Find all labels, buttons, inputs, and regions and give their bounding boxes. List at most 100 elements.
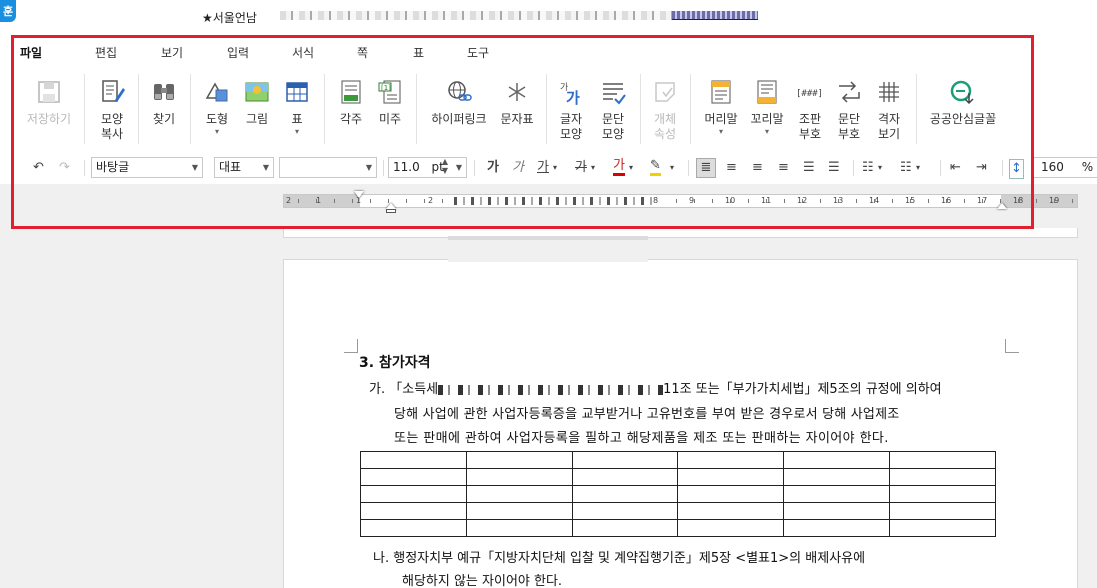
table-cell[interactable] xyxy=(571,485,679,503)
indent-box-marker[interactable] xyxy=(386,209,396,213)
align-right-icon[interactable]: ≡ xyxy=(778,159,789,177)
footer-button[interactable]: 꼬리말 ▾ xyxy=(746,68,788,148)
table-button[interactable]: 표 ▾ xyxy=(280,68,314,148)
table-cell[interactable] xyxy=(889,451,996,469)
object-props-button[interactable]: 개체 속성 xyxy=(648,68,682,148)
table-cell[interactable] xyxy=(360,519,467,537)
menu-page[interactable]: 쪽 xyxy=(357,44,368,61)
table-cell[interactable] xyxy=(571,502,679,520)
table-cell[interactable] xyxy=(571,468,679,486)
menu-table[interactable]: 표 xyxy=(413,44,424,61)
chevron-down-icon[interactable]: ▾ xyxy=(670,159,674,177)
font-name-select[interactable]: ▼ xyxy=(279,157,377,178)
table-cell[interactable] xyxy=(783,451,891,469)
menu-file[interactable]: 파일 xyxy=(20,44,42,61)
layout-marks-button[interactable]: [###] 조판 부호 xyxy=(792,68,828,148)
table-cell[interactable] xyxy=(465,519,573,537)
picture-button[interactable]: 그림 xyxy=(240,68,274,148)
table-cell[interactable] xyxy=(360,468,467,486)
table-cell[interactable] xyxy=(889,519,996,537)
align-left-icon[interactable]: ≡ xyxy=(726,159,737,177)
table-cell[interactable] xyxy=(677,519,785,537)
table-cell[interactable] xyxy=(783,485,891,503)
align-justify-icon[interactable]: ≣ xyxy=(696,158,716,178)
right-indent-marker[interactable] xyxy=(997,203,1007,209)
save-button[interactable]: 저장하기 xyxy=(22,68,76,148)
find-button[interactable]: 찾기 xyxy=(146,68,182,148)
redo-icon[interactable]: ↷ xyxy=(59,159,70,177)
table-cell[interactable] xyxy=(465,451,573,469)
increase-indent-icon[interactable]: ⇥ xyxy=(976,159,987,177)
menu-bar: 파일 편집 보기 입력 서식 쪽 표 도구 xyxy=(0,34,1097,68)
italic-button[interactable]: 가 xyxy=(512,159,524,177)
document-table[interactable] xyxy=(360,451,996,537)
app-logo[interactable]: 훈 xyxy=(0,0,16,22)
table-cell[interactable] xyxy=(465,468,573,486)
table-cell[interactable] xyxy=(783,468,891,486)
spin-icon[interactable]: ▲ ▼ xyxy=(442,158,448,175)
line-spacing-input[interactable]: 160 % xyxy=(1033,157,1097,178)
chevron-down-icon[interactable]: ▾ xyxy=(553,159,557,177)
table-cell[interactable] xyxy=(677,502,785,520)
menu-format[interactable]: 서식 xyxy=(292,44,314,61)
font-color-button[interactable]: 가 xyxy=(613,159,625,176)
table-cell[interactable] xyxy=(571,451,679,469)
hyperlink-button[interactable]: 하이퍼링크 xyxy=(424,68,494,148)
blurred-link[interactable] xyxy=(672,11,758,20)
table-cell[interactable] xyxy=(677,468,785,486)
horizontal-ruler[interactable]: 21128910111213141516171819 xyxy=(283,194,1078,208)
grid-icon xyxy=(875,78,903,106)
chevron-down-icon[interactable]: ▾ xyxy=(591,159,595,177)
table-cell[interactable] xyxy=(360,502,467,520)
table-cell[interactable] xyxy=(360,485,467,503)
endnote-button[interactable]: [1] 미주 xyxy=(372,68,408,148)
table-cell[interactable] xyxy=(677,451,785,469)
menu-view[interactable]: 보기 xyxy=(161,44,183,61)
undo-icon[interactable]: ↶ xyxy=(33,159,44,177)
table-cell[interactable] xyxy=(783,502,891,520)
chevron-down-icon[interactable]: ▾ xyxy=(629,159,633,177)
highlighter-icon[interactable]: ✎ xyxy=(650,159,661,176)
table-cell[interactable] xyxy=(465,502,573,520)
menu-edit[interactable]: 편집 xyxy=(95,44,117,61)
numbered-list-icon[interactable]: ☷ xyxy=(900,159,912,177)
footnote-button[interactable]: 각주 xyxy=(334,68,368,148)
table-cell[interactable] xyxy=(889,485,996,503)
bold-button[interactable]: 가 xyxy=(487,159,499,177)
table-cell[interactable] xyxy=(889,468,996,486)
distribute-icon[interactable]: ☰ xyxy=(803,159,815,177)
menu-tools[interactable]: 도구 xyxy=(467,44,489,61)
table-cell[interactable] xyxy=(360,451,467,469)
divide-icon[interactable]: ☰ xyxy=(828,159,840,177)
chevron-down-icon[interactable]: ▾ xyxy=(916,159,920,177)
font-lang-select[interactable]: 대표 ▼ xyxy=(214,157,274,178)
table-cell[interactable] xyxy=(783,519,891,537)
table-icon xyxy=(283,78,311,106)
table-row xyxy=(360,468,996,486)
chevron-down-icon[interactable]: ▾ xyxy=(878,159,882,177)
table-cell[interactable] xyxy=(889,502,996,520)
char-shape-button[interactable]: 가가 글자 모양 xyxy=(554,68,588,148)
first-line-indent-marker[interactable] xyxy=(354,191,364,198)
decrease-indent-icon[interactable]: ⇤ xyxy=(950,159,961,177)
shape-copy-button[interactable]: 모양 복사 xyxy=(92,68,132,148)
table-cell[interactable] xyxy=(465,485,573,503)
safe-font-button[interactable]: 공공안심글꼴 xyxy=(924,68,1002,148)
grid-view-button[interactable]: 격자 보기 xyxy=(872,68,906,148)
underline-button[interactable]: 가 xyxy=(537,159,549,177)
shape-button[interactable]: 도형 ▾ xyxy=(200,68,234,148)
table-cell[interactable] xyxy=(677,485,785,503)
char-table-button[interactable]: 문자표 xyxy=(496,68,538,148)
strike-button[interactable]: 가 xyxy=(575,159,587,177)
menu-insert[interactable]: 입력 xyxy=(227,44,249,61)
para-marks-label: 문단 부호 xyxy=(837,112,861,141)
table-cell[interactable] xyxy=(571,519,679,537)
para-shape-button[interactable]: 문단 모양 xyxy=(594,68,632,148)
line-spacing-icon[interactable]: ↕ xyxy=(1009,159,1024,179)
style-select[interactable]: 바탕글 ▼ xyxy=(91,157,203,178)
align-center-icon[interactable]: ≡ xyxy=(752,159,763,177)
para-marks-button[interactable]: 문단 부호 xyxy=(832,68,866,148)
bullet-list-icon[interactable]: ☷ xyxy=(862,159,874,177)
font-size-input[interactable]: 11.0 pt ▲ ▼ ▼ xyxy=(388,157,467,178)
header-button[interactable]: 머리말 ▾ xyxy=(700,68,742,148)
